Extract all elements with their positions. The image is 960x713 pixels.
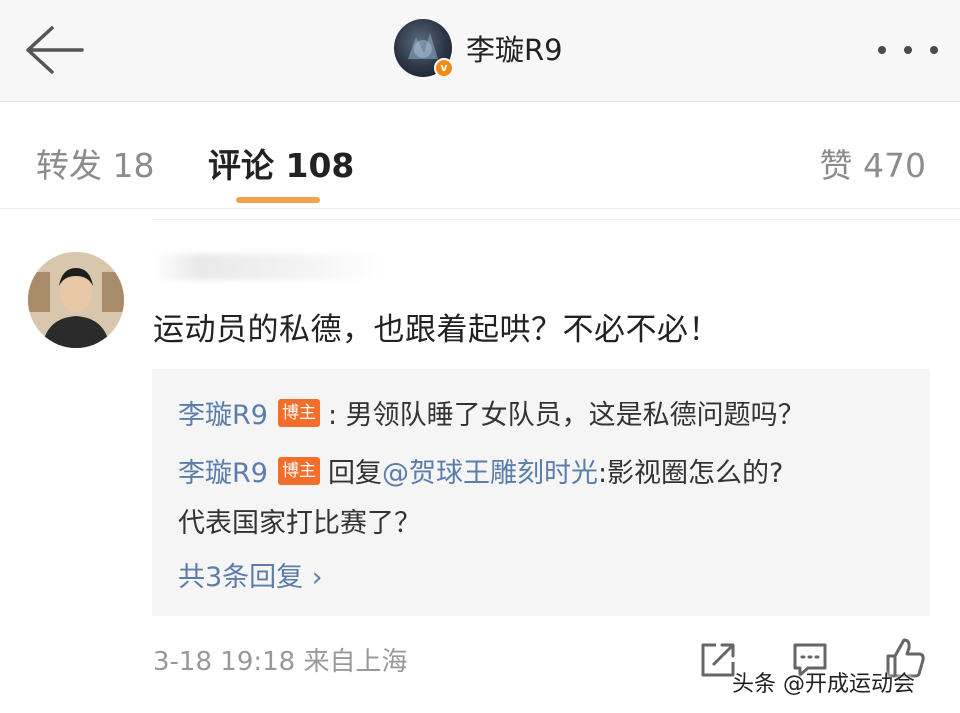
comment-meta: 3-18 19:18 来自上海 <box>153 647 408 677</box>
divider <box>152 219 960 220</box>
commenter-avatar[interactable] <box>28 252 124 348</box>
profile-title[interactable]: 李璇R9 <box>394 16 563 80</box>
reply-item: 李璇R9 博主 : 男领队睡了女队员，这是私德问题吗？ <box>178 393 805 432</box>
reply-text: :影视圈怎么的? <box>597 458 784 489</box>
mention-link[interactable]: @贺球王雕刻时光 <box>382 451 598 490</box>
arrow-left-icon[interactable] <box>22 22 86 78</box>
top-bar: 李璇R9 v <box>0 0 960 102</box>
author-badge: 博主 <box>277 456 320 485</box>
tab-likes[interactable]: 赞 470 <box>820 139 926 187</box>
reply-author[interactable]: 李璇R9 <box>178 451 268 490</box>
reply-thread[interactable]: 李璇R9 博主 : 男领队睡了女队员，这是私德问题吗？ 李璇R9 博主 回复 @… <box>152 369 930 616</box>
verified-badge: v <box>434 58 454 78</box>
tab-comments[interactable]: 评论 108 <box>208 139 354 187</box>
more-horizontal-icon[interactable] <box>878 38 938 62</box>
reply-prefix: 回复 <box>327 458 382 489</box>
commenter-name-redacted <box>153 254 383 280</box>
reply-text: : 男领队睡了女队员，这是私德问题吗？ <box>327 400 805 431</box>
page-title: 李璇R9 <box>466 33 563 67</box>
reply-text-continuation: 代表国家打比赛了？ <box>178 508 421 539</box>
reply-author[interactable]: 李璇R9 <box>178 393 268 432</box>
reply-item: 李璇R9 博主 回复 @贺球王雕刻时光 :影视圈怎么的? <box>178 451 783 490</box>
active-tab-indicator <box>236 197 320 203</box>
watermark: 头条 @开成运动会 <box>732 672 915 697</box>
comment-text: 运动员的私德，也跟着起哄？不必不必！ <box>153 312 720 348</box>
tab-bar: 转发 18 评论 108 赞 470 <box>0 103 960 209</box>
author-badge: 博主 <box>277 398 320 427</box>
tab-repost[interactable]: 转发 18 <box>36 139 154 187</box>
more-replies-link[interactable]: 共3条回复 › <box>178 555 323 594</box>
